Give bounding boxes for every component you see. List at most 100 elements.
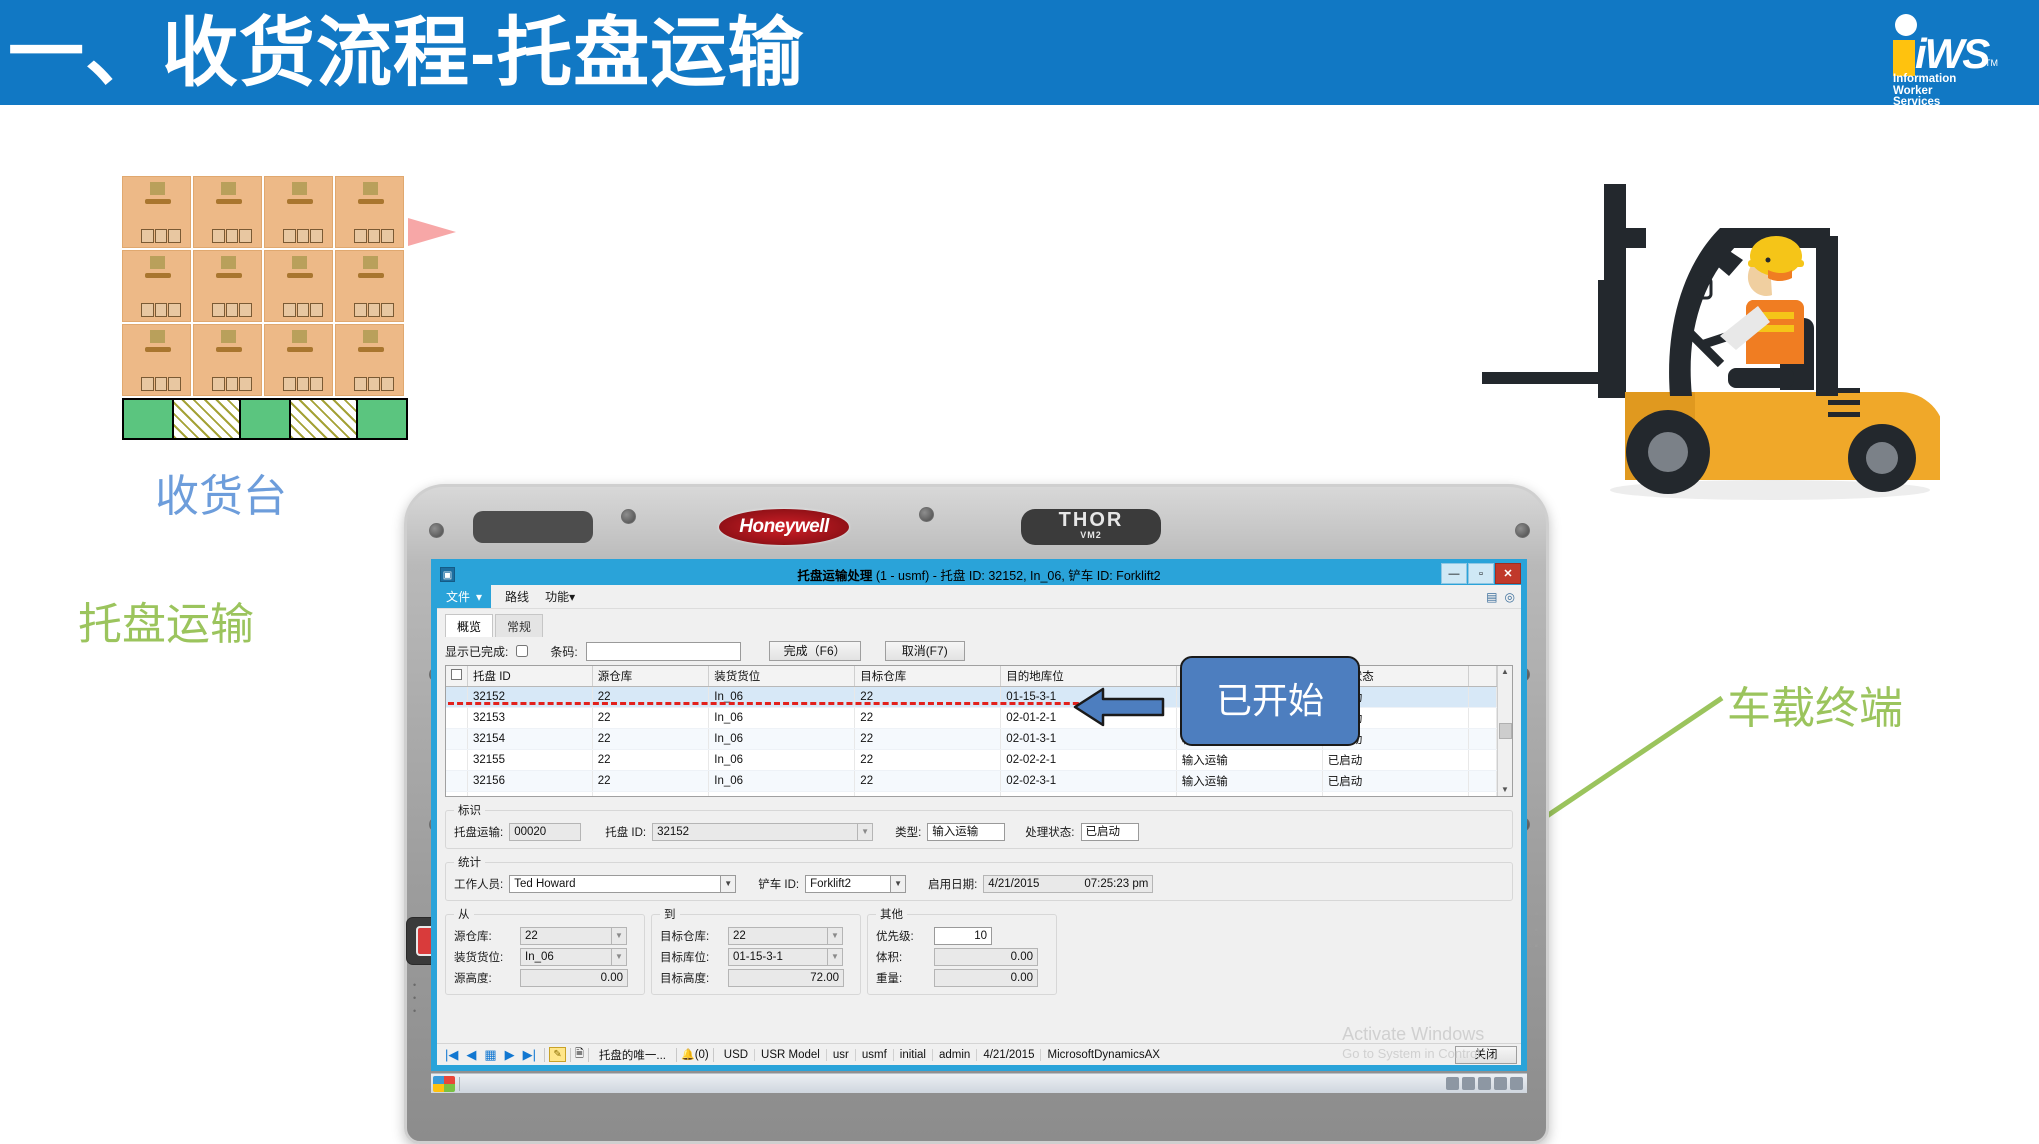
pallet-id-value: 32152 xyxy=(652,822,859,841)
cell-load-location: In_06 xyxy=(708,749,856,771)
menu-routes[interactable]: 路线 xyxy=(497,585,537,608)
target-height-label: 目标高度: xyxy=(660,972,710,985)
thor-model-badge: THOR VM2 xyxy=(1021,509,1161,545)
screw-icon xyxy=(621,509,636,524)
forklift-id-value: Forklift2 xyxy=(805,874,892,893)
other-legend: 其他 xyxy=(880,909,903,921)
target-height-value: 72.00 xyxy=(728,968,844,987)
chevron-down-icon[interactable]: ▼ xyxy=(721,874,737,893)
previous-record-icon[interactable]: ◀ xyxy=(462,1047,480,1062)
chevron-down-icon[interactable]: ▼ xyxy=(858,822,874,841)
status-user: admin xyxy=(933,1048,978,1061)
maximize-button[interactable]: ▫ xyxy=(1468,563,1494,584)
volume-label: 体积: xyxy=(876,951,903,964)
source-height-label: 源高度: xyxy=(454,972,492,985)
target-warehouse-combo[interactable]: 22 ▼ xyxy=(728,926,843,945)
start-button-icon[interactable] xyxy=(433,1075,455,1092)
cell-pallet-id: 32157 xyxy=(467,791,593,796)
bell-icon[interactable]: 🔔 xyxy=(681,1048,695,1061)
barcode-input[interactable] xyxy=(585,641,741,661)
tray-icon[interactable] xyxy=(1462,1077,1475,1090)
scroll-down-icon[interactable]: ▼ xyxy=(1501,784,1509,796)
table-row[interactable]: 32155 22 In_06 22 02-02-2-1 输入运输 已启动 xyxy=(446,749,1497,771)
carton-icon xyxy=(193,176,262,248)
grid-icon[interactable]: ▦ xyxy=(480,1047,500,1062)
scrollbar-thumb[interactable] xyxy=(1498,723,1512,739)
worker-label: 工作人员: xyxy=(454,878,504,891)
minimize-button[interactable]: — xyxy=(1441,563,1467,584)
worker-combo[interactable]: Ted Howard ▼ xyxy=(509,874,737,893)
thor-model-name: THOR xyxy=(1058,509,1124,531)
book-icon[interactable]: ▤ xyxy=(1486,590,1497,604)
status-product: MicrosoftDynamicsAX xyxy=(1047,1048,1160,1061)
source-warehouse-combo[interactable]: 22 ▼ xyxy=(520,926,627,945)
chevron-down-icon[interactable]: ▼ xyxy=(612,947,627,966)
column-load-location[interactable]: 装货货位 xyxy=(708,666,856,687)
process-status-value: 已启动 xyxy=(1080,822,1139,841)
tray-icon[interactable] xyxy=(1446,1077,1459,1090)
pallet-transport-label: 托盘运输 xyxy=(78,600,254,649)
pallet-of-boxes-illustration xyxy=(122,176,408,448)
column-source-warehouse[interactable]: 源仓库 xyxy=(592,666,710,687)
column-select-all[interactable] xyxy=(446,666,468,687)
table-row[interactable]: 32157 22 In_06 22 02-03-2-1 输入运输 已启动 xyxy=(446,791,1497,796)
pencil-icon[interactable]: ✎ xyxy=(549,1047,567,1062)
attachment-icon[interactable]: 🗎 xyxy=(575,1045,584,1064)
column-destination-location[interactable]: 目的地库位 xyxy=(1000,666,1177,687)
pallet-transport-value: 00020 xyxy=(509,822,582,841)
tab-overview[interactable]: 概览 xyxy=(445,614,494,638)
chevron-down-icon[interactable]: ▼ xyxy=(612,926,627,945)
menubar: 文件 ▾ 路线 功能▾ ▤ ◎ xyxy=(437,585,1521,609)
select-all-checkbox[interactable] xyxy=(451,669,462,680)
last-record-icon[interactable]: ▶| xyxy=(519,1047,540,1062)
load-location-combo[interactable]: In_06 ▼ xyxy=(520,947,627,966)
device-side-labels: • • • xyxy=(413,980,417,1016)
cell-target-warehouse: 22 xyxy=(854,770,1002,792)
chevron-down-icon: ▾ xyxy=(476,589,483,604)
complete-button[interactable]: 完成（F6） xyxy=(768,641,861,661)
tray-icon[interactable] xyxy=(1478,1077,1491,1090)
menubar-right-icons: ▤ ◎ xyxy=(1486,590,1515,604)
cell-load-location: In_06 xyxy=(708,791,856,796)
type-label: 类型: xyxy=(895,826,922,839)
target-location-combo[interactable]: 01-15-3-1 ▼ xyxy=(728,947,843,966)
column-filler xyxy=(1468,666,1497,687)
help-icon[interactable]: ◎ xyxy=(1505,590,1515,604)
tray-icon[interactable] xyxy=(1494,1077,1507,1090)
first-record-icon[interactable]: |◀ xyxy=(441,1047,462,1062)
tab-general[interactable]: 常规 xyxy=(495,614,544,638)
pallet-skid-icon xyxy=(122,398,408,440)
table-row[interactable]: 32156 22 In_06 22 02-02-3-1 输入运输 已启动 xyxy=(446,770,1497,792)
load-location-value: In_06 xyxy=(520,947,612,966)
logo-wordmark: Information Worker Services xyxy=(1893,73,1956,109)
leader-line xyxy=(1536,695,1724,825)
tray-icon[interactable] xyxy=(1510,1077,1523,1090)
menu-file[interactable]: 文件 ▾ xyxy=(437,585,492,608)
weight-row: 重量: 0.00 xyxy=(876,967,1048,988)
source-warehouse-value: 22 xyxy=(520,926,612,945)
show-completed-checkbox[interactable] xyxy=(516,645,529,657)
next-record-icon[interactable]: ▶ xyxy=(501,1047,519,1062)
close-button[interactable]: ✕ xyxy=(1495,563,1521,584)
pallet-id-combo[interactable]: 32152 ▼ xyxy=(652,822,874,841)
chevron-down-icon[interactable]: ▼ xyxy=(828,926,843,945)
to-section: 到 目标仓库: 22 ▼ 目标库位: 01-15-3-1 ▼ 目标高度: 72.… xyxy=(651,906,861,995)
priority-value[interactable]: 10 xyxy=(934,926,992,945)
column-pallet-id[interactable]: 托盘 ID xyxy=(467,666,593,687)
forklift-id-combo[interactable]: Forklift2 ▼ xyxy=(805,874,907,893)
menu-functions[interactable]: 功能▾ xyxy=(537,585,583,608)
close-form-button[interactable]: 关闭 xyxy=(1455,1045,1517,1064)
scroll-up-icon[interactable]: ▲ xyxy=(1501,666,1509,678)
receiving-dock-label: 收货台 xyxy=(155,472,287,521)
chevron-down-icon[interactable]: ▼ xyxy=(828,947,843,966)
status-currency: USD xyxy=(718,1048,756,1061)
statistics-section: 统计 工作人员: Ted Howard ▼ 铲车 ID: Forklift2 ▼… xyxy=(445,854,1513,901)
chevron-down-icon[interactable]: ▼ xyxy=(891,874,907,893)
box-row xyxy=(122,250,408,324)
started-callout: 已开始 xyxy=(1180,656,1360,746)
grid-vertical-scrollbar[interactable]: ▲ ▼ xyxy=(1497,666,1512,796)
priority-row: 优先级: 10 xyxy=(876,925,1048,946)
cancel-button[interactable]: 取消(F7) xyxy=(884,641,965,661)
column-target-warehouse[interactable]: 目标仓库 xyxy=(854,666,1002,687)
menu-file-label: 文件 xyxy=(446,590,471,604)
